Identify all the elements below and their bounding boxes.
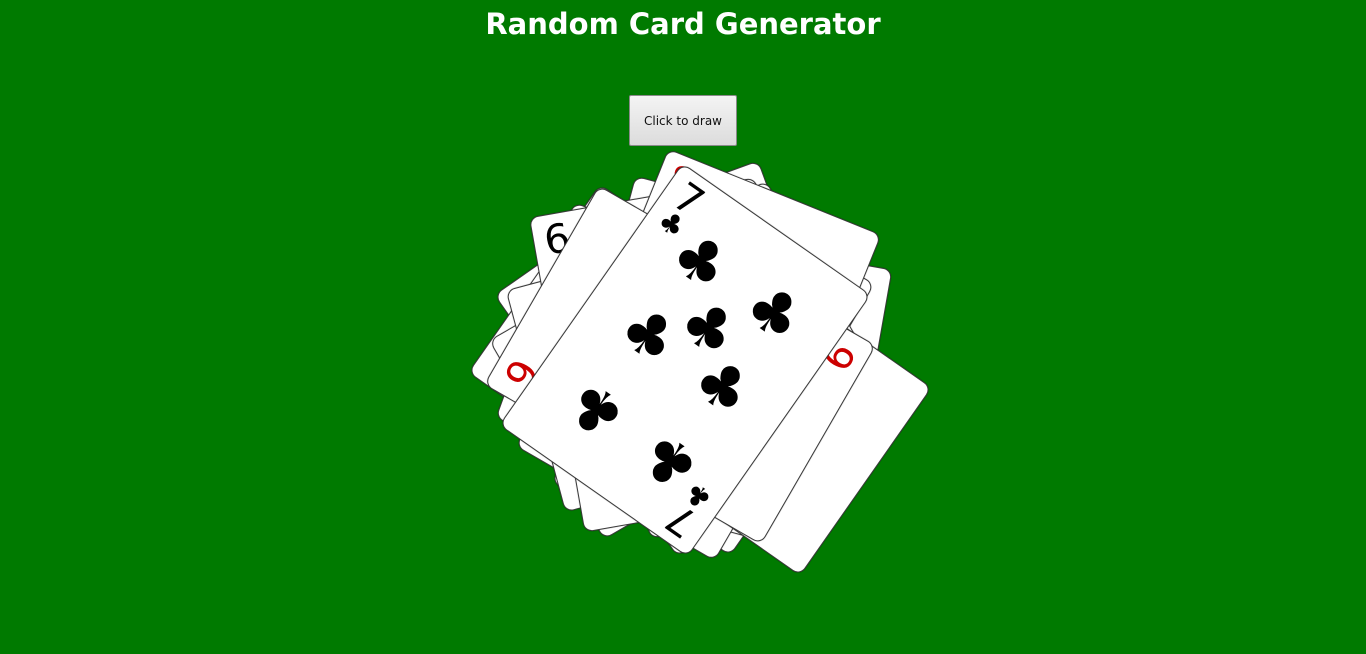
page-title: Random Card Generator [485, 7, 881, 41]
club-pip-icon: ♣ [606, 291, 691, 380]
card-pile: 6 8 9 9 ♦ 9 ♦ [467, 148, 933, 576]
club-pip-icon: ♣ [554, 365, 639, 454]
page: Random Card Generator Click to draw 6 8 [0, 0, 1366, 654]
draw-card-button[interactable]: Click to draw [629, 95, 737, 146]
